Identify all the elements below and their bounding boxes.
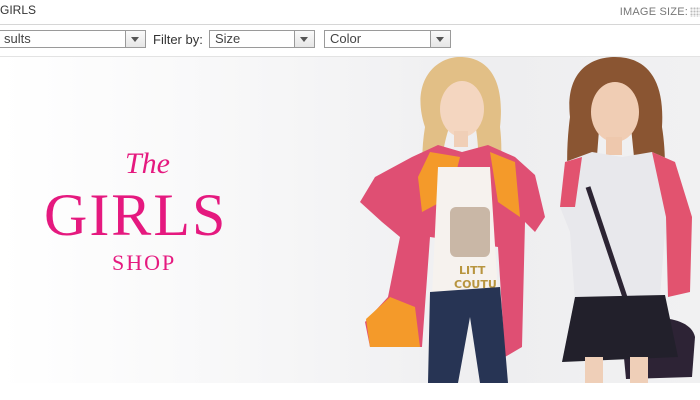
size-filter-value: Size <box>215 31 241 46</box>
dropdown-arrow-icon[interactable] <box>125 31 145 47</box>
filter-bar: sults Filter by: Size Color <box>0 24 700 57</box>
svg-text:LITT: LITT <box>459 264 486 277</box>
color-filter-select[interactable]: Color <box>324 30 451 48</box>
dropdown-arrow-icon[interactable] <box>294 31 314 47</box>
color-filter-value: Color <box>330 31 362 46</box>
grid-view-icon[interactable] <box>690 7 700 17</box>
filter-by-label: Filter by: <box>153 32 203 47</box>
breadcrumb[interactable]: GIRLS <box>0 3 36 17</box>
banner-title-the: The <box>125 147 170 180</box>
page-footer-gap <box>0 383 700 400</box>
two-girls-photo: LITT COUTU <box>360 57 695 383</box>
banner-title-shop: SHOP <box>112 250 177 275</box>
top-bar: GIRLS IMAGE SIZE: <box>0 0 700 25</box>
girls-shop-banner[interactable]: The GIRLS SHOP LITT COUTU <box>0 57 700 383</box>
banner-title-girls: GIRLS <box>44 182 228 248</box>
dropdown-arrow-icon[interactable] <box>430 31 450 47</box>
sort-results-select[interactable]: sults <box>0 30 146 48</box>
sort-results-value: sults <box>4 31 31 46</box>
size-filter-select[interactable]: Size <box>209 30 315 48</box>
image-size-label: IMAGE SIZE: <box>619 6 688 18</box>
